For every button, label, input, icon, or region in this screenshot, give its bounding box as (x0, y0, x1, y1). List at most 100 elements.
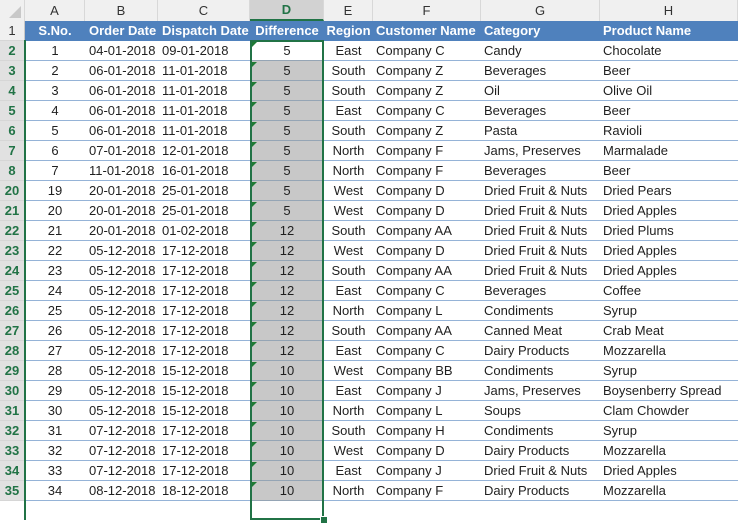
cell-product-name[interactable]: Marmalade (600, 141, 738, 161)
cell-difference[interactable]: 10 (250, 441, 324, 461)
row-number[interactable]: 29 (0, 361, 25, 381)
cell-product-name[interactable]: Syrup (600, 421, 738, 441)
cell-order-date[interactable]: 20-01-2018 (85, 221, 158, 241)
cell-sno[interactable]: 7 (25, 161, 85, 181)
cell-region[interactable]: West (324, 181, 373, 201)
cell-product-name[interactable]: Dried Pears (600, 181, 738, 201)
cell-order-date[interactable]: 04-01-2018 (85, 41, 158, 61)
cell-customer-name[interactable]: Company Z (373, 81, 481, 101)
row-number[interactable]: 5 (0, 101, 25, 121)
cell-category[interactable]: Beverages (481, 61, 600, 81)
cell-product-name[interactable]: Beer (600, 61, 738, 81)
cell-order-date[interactable]: 05-12-2018 (85, 301, 158, 321)
row-number[interactable]: 23 (0, 241, 25, 261)
cell-customer-name[interactable]: Company J (373, 461, 481, 481)
row-number[interactable]: 21 (0, 201, 25, 221)
cell-sno[interactable]: 19 (25, 181, 85, 201)
cell-difference[interactable]: 5 (250, 181, 324, 201)
cell-customer-name[interactable]: Company H (373, 421, 481, 441)
cell-region[interactable]: West (324, 201, 373, 221)
cell-dispatch-date[interactable]: 17-12-2018 (158, 301, 250, 321)
cell-dispatch-date[interactable]: 17-12-2018 (158, 281, 250, 301)
cell-dispatch-date[interactable]: 25-01-2018 (158, 201, 250, 221)
cell-customer-name[interactable]: Company C (373, 281, 481, 301)
cell-dispatch-date[interactable]: 15-12-2018 (158, 401, 250, 421)
row-number[interactable]: 2 (0, 41, 25, 61)
cell-customer-name[interactable]: Company J (373, 381, 481, 401)
cell-region[interactable]: North (324, 141, 373, 161)
header-cell-product-name[interactable]: Product Name (600, 21, 738, 41)
cell-sno[interactable]: 32 (25, 441, 85, 461)
cell-difference[interactable]: 12 (250, 241, 324, 261)
cell-region[interactable]: North (324, 481, 373, 501)
cell-region[interactable]: South (324, 421, 373, 441)
cell-category[interactable]: Candy (481, 41, 600, 61)
cell-difference[interactable]: 12 (250, 221, 324, 241)
cell-category[interactable]: Beverages (481, 101, 600, 121)
cell-region[interactable]: West (324, 361, 373, 381)
cell-dispatch-date[interactable]: 17-12-2018 (158, 261, 250, 281)
cell-sno[interactable]: 33 (25, 461, 85, 481)
cell-dispatch-date[interactable]: 17-12-2018 (158, 241, 250, 261)
cell-difference[interactable]: 5 (250, 201, 324, 221)
column-header-e[interactable]: E (324, 0, 373, 21)
row-number[interactable]: 20 (0, 181, 25, 201)
cell-category[interactable]: Condiments (481, 301, 600, 321)
cell-order-date[interactable]: 11-01-2018 (85, 161, 158, 181)
cell-category[interactable]: Pasta (481, 121, 600, 141)
cell-order-date[interactable]: 05-12-2018 (85, 381, 158, 401)
cell-product-name[interactable]: Olive Oil (600, 81, 738, 101)
cell-difference[interactable]: 5 (250, 61, 324, 81)
cell-customer-name[interactable]: Company D (373, 241, 481, 261)
row-number[interactable]: 7 (0, 141, 25, 161)
row-number[interactable]: 30 (0, 381, 25, 401)
cell-order-date[interactable]: 07-12-2018 (85, 441, 158, 461)
cell-dispatch-date[interactable]: 17-12-2018 (158, 441, 250, 461)
cell-sno[interactable]: 30 (25, 401, 85, 421)
cell-dispatch-date[interactable]: 16-01-2018 (158, 161, 250, 181)
cell-order-date[interactable]: 07-12-2018 (85, 461, 158, 481)
cell-sno[interactable]: 25 (25, 301, 85, 321)
cell-customer-name[interactable]: Company D (373, 441, 481, 461)
cell-sno[interactable]: 5 (25, 121, 85, 141)
cell-region[interactable]: South (324, 321, 373, 341)
cell-region[interactable]: South (324, 221, 373, 241)
cell-product-name[interactable]: Dried Apples (600, 241, 738, 261)
row-number[interactable]: 1 (0, 21, 25, 41)
cell-region[interactable]: East (324, 341, 373, 361)
cell-customer-name[interactable]: Company AA (373, 321, 481, 341)
cell-category[interactable]: Dried Fruit & Nuts (481, 261, 600, 281)
cell-customer-name[interactable]: Company C (373, 101, 481, 121)
cell-order-date[interactable]: 05-12-2018 (85, 281, 158, 301)
cell-sno[interactable]: 23 (25, 261, 85, 281)
cell-dispatch-date[interactable]: 12-01-2018 (158, 141, 250, 161)
cell-product-name[interactable]: Beer (600, 161, 738, 181)
cell-product-name[interactable]: Mozzarella (600, 441, 738, 461)
cell-sno[interactable]: 6 (25, 141, 85, 161)
fill-handle[interactable] (320, 516, 328, 524)
cell-product-name[interactable]: Chocolate (600, 41, 738, 61)
cell-dispatch-date[interactable]: 17-12-2018 (158, 321, 250, 341)
cell-difference[interactable]: 5 (250, 101, 324, 121)
cell-customer-name[interactable]: Company C (373, 41, 481, 61)
cell-category[interactable]: Canned Meat (481, 321, 600, 341)
cell-product-name[interactable]: Beer (600, 101, 738, 121)
row-number[interactable]: 8 (0, 161, 25, 181)
cell-sno[interactable]: 28 (25, 361, 85, 381)
cell-category[interactable]: Soups (481, 401, 600, 421)
cell-dispatch-date[interactable]: 11-01-2018 (158, 81, 250, 101)
cell-category[interactable]: Dried Fruit & Nuts (481, 221, 600, 241)
header-cell-region[interactable]: Region (324, 21, 373, 41)
cell-customer-name[interactable]: Company L (373, 301, 481, 321)
header-cell-order-date[interactable]: Order Date (85, 21, 158, 41)
cell-order-date[interactable]: 07-01-2018 (85, 141, 158, 161)
select-all-corner[interactable] (0, 0, 25, 21)
cell-dispatch-date[interactable]: 17-12-2018 (158, 341, 250, 361)
cell-category[interactable]: Condiments (481, 361, 600, 381)
cell-sno[interactable]: 4 (25, 101, 85, 121)
row-number[interactable]: 27 (0, 321, 25, 341)
cell-difference[interactable]: 10 (250, 421, 324, 441)
column-header-f[interactable]: F (373, 0, 481, 21)
header-cell-customer-name[interactable]: Customer Name (373, 21, 481, 41)
row-number[interactable]: 6 (0, 121, 25, 141)
